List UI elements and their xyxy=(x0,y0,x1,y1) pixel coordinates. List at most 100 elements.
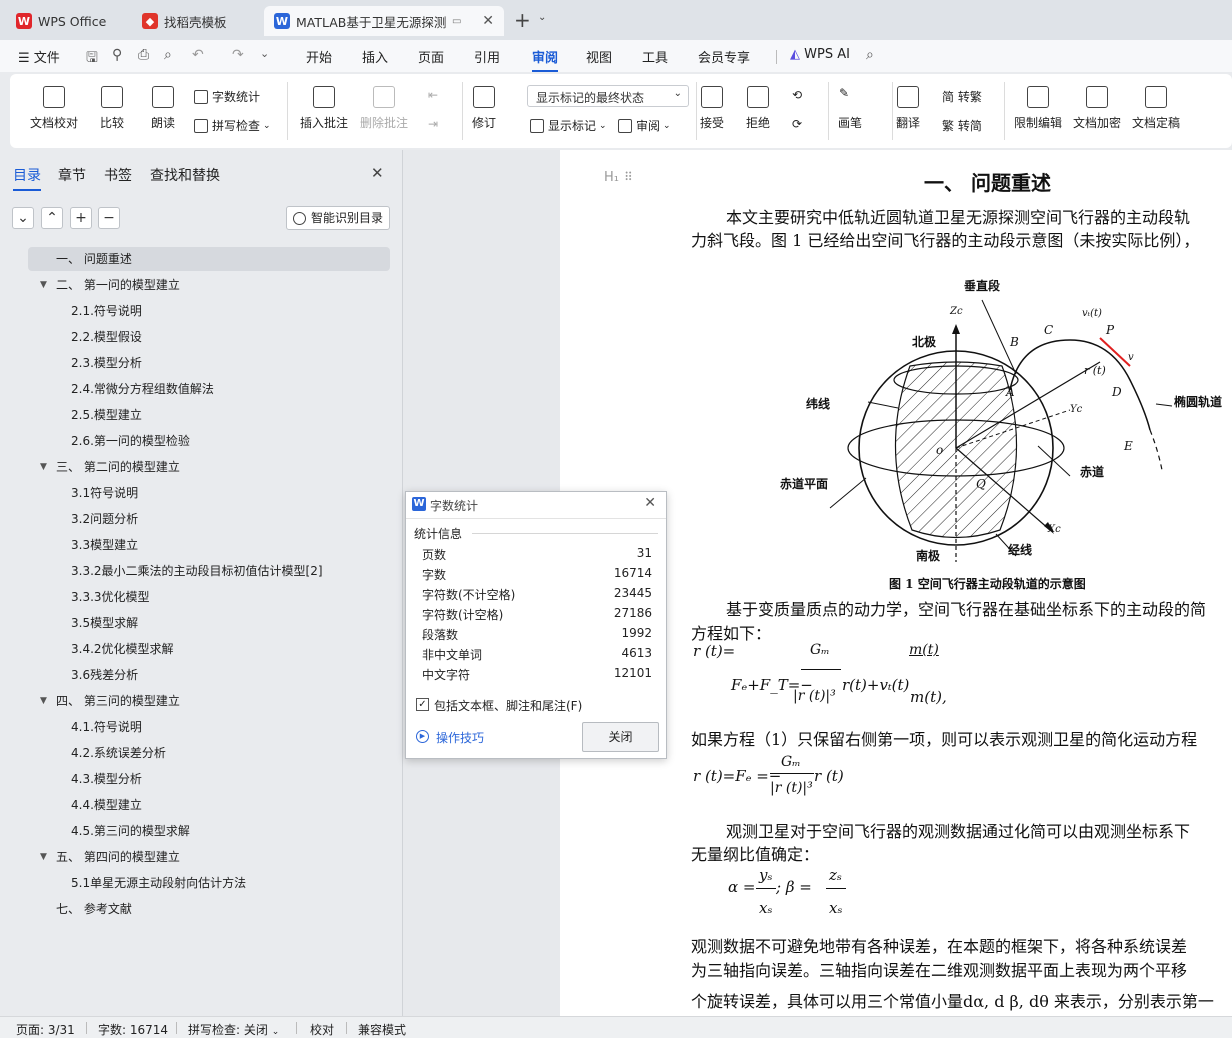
toc-item[interactable]: 2.2.模型假设 xyxy=(71,325,142,349)
tab-find-replace[interactable]: 查找和替换 xyxy=(150,165,220,185)
review-pane-button[interactable]: 审阅 ⌄ xyxy=(618,117,671,134)
drag-handle-icon[interactable]: ⠿ xyxy=(624,170,633,184)
expand-toggle-icon[interactable]: ▼ xyxy=(40,462,47,472)
undo-icon[interactable]: ↶ xyxy=(192,47,204,63)
pen-button[interactable]: ✎ 画笔 xyxy=(838,86,862,131)
toc-item[interactable]: 4.4.模型建立 xyxy=(71,793,142,817)
next-comment-icon[interactable]: ⇥ xyxy=(428,117,438,131)
word-count-button[interactable]: 字数统计 xyxy=(194,88,260,105)
file-menu[interactable]: ☰ 文件 xyxy=(18,47,60,66)
revise-button[interactable]: 修订 xyxy=(472,86,496,131)
toc-item[interactable]: 2.1.符号说明 xyxy=(71,299,142,323)
translate-button[interactable]: 翻译 xyxy=(896,86,920,131)
simp-to-trad-button[interactable]: 简 转繁 xyxy=(942,88,982,105)
spell-check-button[interactable]: 拼写检查 ⌄ xyxy=(194,117,271,134)
finalize-button[interactable]: 文档定稿 xyxy=(1132,86,1180,131)
tab-document[interactable]: W MATLAB基于卫星无源探测的空 ▭ ✕ xyxy=(264,6,504,36)
proof-status[interactable]: 校对 xyxy=(310,1021,334,1038)
insert-comment-button[interactable]: 插入批注 xyxy=(300,86,348,131)
expand-down-button[interactable]: ⌄ xyxy=(12,207,34,229)
spell-check-toggle[interactable]: 拼写检查: 关闭 ⌄ xyxy=(188,1021,279,1038)
word-count-indicator[interactable]: 字数: 16714 xyxy=(98,1021,168,1038)
close-pane-icon[interactable]: ✕ xyxy=(371,164,384,182)
wps-ai-button[interactable]: ◭ WPS AI xyxy=(790,47,850,62)
remove-heading-button[interactable]: − xyxy=(98,207,120,229)
smart-toc-button[interactable]: 智能识别目录 xyxy=(286,206,390,230)
finalize-icon xyxy=(1145,86,1167,108)
toc-item[interactable]: 3.3.2最小二乘法的主动段目标初值估计模型[2] xyxy=(71,559,323,583)
close-tab-icon[interactable]: ✕ xyxy=(482,13,494,29)
more-chevron-icon[interactable]: ⌄ xyxy=(260,47,269,60)
display-state-select[interactable]: 显示标记的最终状态 ⌄ xyxy=(527,85,689,107)
prev-comment-icon[interactable]: ⇤ xyxy=(428,88,438,102)
menu-member[interactable]: 会员专享 xyxy=(698,47,750,66)
toc-item[interactable]: 3.1符号说明 xyxy=(71,481,138,505)
toc-item[interactable]: 四、 第三问的模型建立 xyxy=(56,689,180,713)
tab-toc[interactable]: 目录 xyxy=(13,165,41,191)
menu-tools[interactable]: 工具 xyxy=(642,47,668,66)
chevron-down-icon[interactable]: ⌄ xyxy=(538,12,546,23)
restrict-edit-button[interactable]: 限制编辑 xyxy=(1014,86,1062,131)
toc-item[interactable]: 3.3.3优化模型 xyxy=(71,585,150,609)
tab-wps-home[interactable]: W WPS Office xyxy=(6,6,124,36)
expand-toggle-icon[interactable]: ▼ xyxy=(40,852,47,862)
tab-template[interactable]: ◆ 找稻壳模板 xyxy=(132,6,258,36)
trad-to-simp-button[interactable]: 繁 转简 xyxy=(942,117,982,134)
read-aloud-button[interactable]: 朗读 xyxy=(151,86,175,131)
page-indicator[interactable]: 页面: 3/31 xyxy=(16,1021,75,1038)
tab-chapter[interactable]: 章节 xyxy=(58,165,86,185)
toc-item[interactable]: 5.1单星无源主动段射向估计方法 xyxy=(71,871,246,895)
toc-item[interactable]: 七、 参考文献 xyxy=(56,897,132,921)
toc-item[interactable]: 2.3.模型分析 xyxy=(71,351,142,375)
reject-button[interactable]: 拒绝 xyxy=(746,86,770,131)
toc-item[interactable]: 4.2.系统误差分析 xyxy=(71,741,166,765)
search-icon[interactable]: ⌕ xyxy=(866,47,874,63)
toc-item[interactable]: 3.5模型求解 xyxy=(71,611,138,635)
heading-level-marker[interactable]: H₁ xyxy=(604,170,619,185)
compare-button[interactable]: 比较 xyxy=(100,86,124,131)
redo-icon[interactable]: ↷ xyxy=(232,47,244,63)
toc-item[interactable]: 4.1.符号说明 xyxy=(71,715,142,739)
toc-item[interactable]: 2.4.常微分方程组数值解法 xyxy=(71,377,214,401)
save-icon[interactable]: 🖫 xyxy=(86,47,98,71)
accept-button[interactable]: 接受 xyxy=(700,86,724,131)
menu-start[interactable]: 开始 xyxy=(306,47,332,66)
expand-toggle-icon[interactable]: ▼ xyxy=(40,696,47,706)
collapse-up-button[interactable]: ⌃ xyxy=(41,207,63,229)
toc-item[interactable]: 五、 第四问的模型建立 xyxy=(56,845,180,869)
encrypt-button[interactable]: 文档加密 xyxy=(1073,86,1121,131)
delete-comment-button[interactable]: 删除批注 xyxy=(360,86,408,131)
toc-item[interactable]: 三、 第二问的模型建立 xyxy=(56,455,180,479)
toc-item[interactable]: 2.5.模型建立 xyxy=(71,403,142,427)
menu-view[interactable]: 视图 xyxy=(586,47,612,66)
show-marks-button[interactable]: 显示标记 ⌄ xyxy=(530,117,607,134)
menu-insert[interactable]: 插入 xyxy=(362,47,388,66)
menu-page[interactable]: 页面 xyxy=(418,47,444,66)
toc-item[interactable]: 4.3.模型分析 xyxy=(71,767,142,791)
close-button[interactable]: 关闭 xyxy=(582,722,659,752)
prev-change-icon[interactable]: ⟲ xyxy=(792,88,802,102)
toc-item[interactable]: 3.4.2优化模型求解 xyxy=(71,637,174,661)
tips-link[interactable]: 操作技巧 xyxy=(436,729,484,746)
menu-reference[interactable]: 引用 xyxy=(474,47,500,66)
share-icon[interactable]: ⚲ xyxy=(112,47,122,63)
include-textbox-label: 包括文本框、脚注和尾注(F) xyxy=(434,699,583,713)
expand-toggle-icon[interactable]: ▼ xyxy=(40,280,47,290)
toc-item[interactable]: 4.5.第三问的模型求解 xyxy=(71,819,190,843)
add-heading-button[interactable]: + xyxy=(70,207,92,229)
toc-item[interactable]: 2.6.第一问的模型检验 xyxy=(71,429,190,453)
proof-button[interactable]: 文档校对 xyxy=(30,86,78,131)
toc-item[interactable]: 3.6残差分析 xyxy=(71,663,138,687)
toc-item[interactable]: 二、 第一问的模型建立 xyxy=(56,273,180,297)
toc-item[interactable]: 一、 问题重述 xyxy=(28,247,390,271)
include-textbox-checkbox[interactable]: ✓ xyxy=(416,698,429,711)
print-preview-icon[interactable]: ⌕ xyxy=(164,47,172,63)
toc-item[interactable]: 3.2问题分析 xyxy=(71,507,138,531)
close-dialog-icon[interactable]: ✕ xyxy=(644,495,656,511)
menu-review[interactable]: 审阅 xyxy=(532,47,559,72)
next-change-icon[interactable]: ⟳ xyxy=(792,117,802,131)
toc-item[interactable]: 3.3模型建立 xyxy=(71,533,138,557)
tab-bookmark[interactable]: 书签 xyxy=(104,165,132,185)
print-icon[interactable]: ⎙ xyxy=(138,47,149,63)
new-tab-icon[interactable]: + xyxy=(514,8,531,32)
